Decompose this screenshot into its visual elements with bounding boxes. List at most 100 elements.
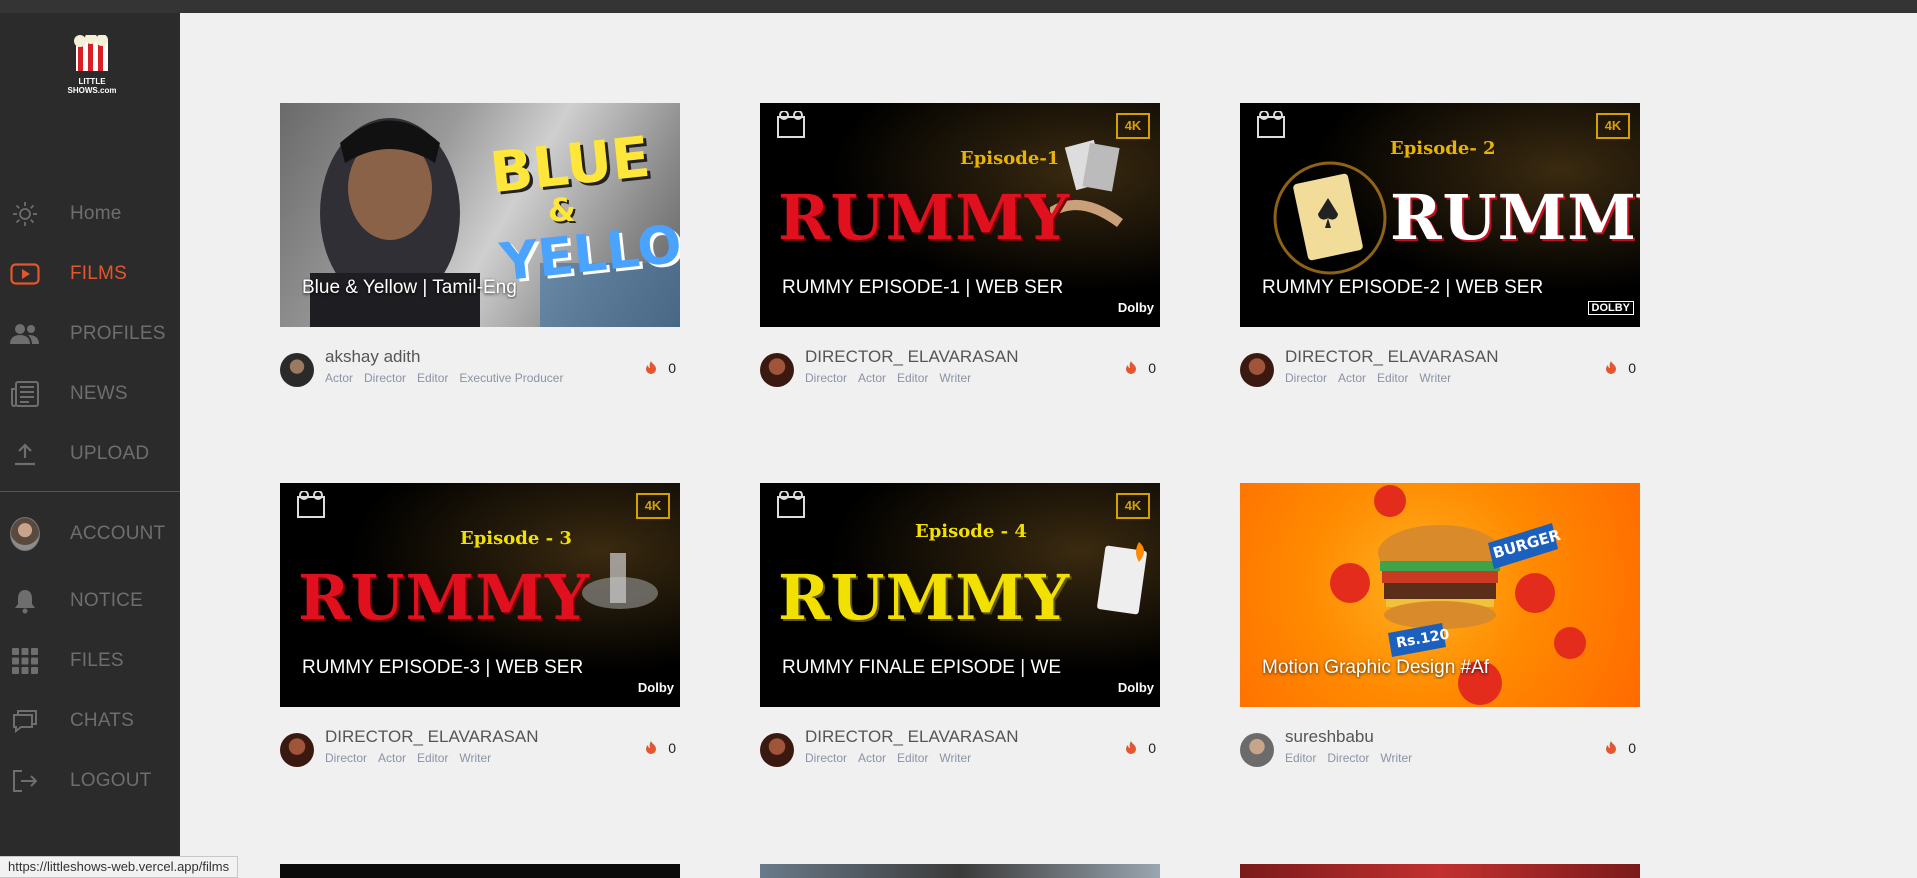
- fire-icon: [646, 741, 657, 754]
- author-name[interactable]: DIRECTOR_ ELAVARASAN: [1285, 347, 1499, 367]
- like-counter[interactable]: 0: [644, 740, 676, 756]
- sidebar-item-chats[interactable]: CHATS: [0, 696, 180, 746]
- author-avatar[interactable]: [1240, 353, 1274, 387]
- author-name[interactable]: DIRECTOR_ ELAVARASAN: [325, 727, 539, 747]
- film-card[interactable]: Episode - 3 4K RUMMY Dolby RUMMY EPISODE…: [280, 483, 680, 785]
- film-meta: sureshbabu Editor Director Writer 0: [1240, 725, 1640, 785]
- film-card-partial[interactable]: [760, 864, 1160, 878]
- like-counter[interactable]: 0: [1124, 740, 1156, 756]
- role-label: Writer: [459, 751, 492, 765]
- dolby-logo: DOLBY: [1587, 301, 1634, 315]
- episode-label: Episode - 4: [915, 521, 1027, 542]
- sidebar-item-upload[interactable]: UPLOAD: [0, 429, 180, 479]
- film-meta: DIRECTOR_ ELAVARASAN Director Actor Edit…: [280, 725, 680, 785]
- author-roles: Director Actor Editor Writer: [1285, 371, 1451, 385]
- sidebar-item-account[interactable]: ACCOUNT: [0, 509, 180, 559]
- role-label: Actor: [378, 751, 407, 765]
- like-counter[interactable]: 0: [1604, 360, 1636, 376]
- role-label: Actor: [1338, 371, 1367, 385]
- littleshows-logo[interactable]: LITTLE SHOWS.com: [64, 35, 120, 99]
- author-name[interactable]: DIRECTOR_ ELAVARASAN: [805, 347, 1019, 367]
- users-icon: [10, 319, 40, 349]
- browser-top-bar: [0, 0, 1917, 13]
- sidebar-item-films[interactable]: FILMS: [0, 249, 180, 299]
- role-label: Actor: [858, 751, 887, 765]
- sidebar-item-logout[interactable]: LOGOUT: [0, 756, 180, 806]
- role-label: Writer: [1380, 751, 1413, 765]
- sidebar-item-profiles[interactable]: PROFILES: [0, 309, 180, 359]
- sidebar-item-label: UPLOAD: [70, 443, 150, 464]
- role-label: Director: [805, 751, 848, 765]
- film-card[interactable]: Episode- 2 4K RUMMY DOLBY RUMMY EPISODE-…: [1240, 103, 1640, 405]
- author-avatar[interactable]: [280, 733, 314, 767]
- like-counter[interactable]: 0: [1124, 360, 1156, 376]
- film-card[interactable]: BLUE & YELLOW Blue & Yellow | Tamil-Eng …: [280, 103, 680, 405]
- author-avatar[interactable]: [280, 353, 314, 387]
- ace-card-art: [1273, 161, 1387, 275]
- fire-icon: [646, 361, 657, 374]
- film-thumbnail[interactable]: Episode- 2 4K RUMMY DOLBY RUMMY EPISODE-…: [1240, 103, 1640, 327]
- play-icon: [10, 259, 40, 289]
- sidebar-item-label: PROFILES: [70, 323, 166, 344]
- film-title: Blue & Yellow | Tamil-Eng: [302, 277, 517, 298]
- author-name[interactable]: DIRECTOR_ ELAVARASAN: [805, 727, 1019, 747]
- avatar: [10, 517, 40, 551]
- 4k-badge: 4K: [1116, 493, 1150, 519]
- film-card-partial[interactable]: [1240, 864, 1640, 878]
- role-label: Executive Producer: [459, 371, 564, 385]
- film-thumbnail[interactable]: Episode-1 4K RUMMY Dolby RUMMY EPISODE-1…: [760, 103, 1160, 327]
- author-avatar[interactable]: [760, 733, 794, 767]
- author-avatar[interactable]: [1240, 733, 1274, 767]
- film-thumbnail[interactable]: Episode - 4 4K RUMMY Dolby RUMMY FINALE …: [760, 483, 1160, 707]
- sun-icon: [10, 199, 40, 229]
- role-label: Actor: [858, 371, 887, 385]
- film-card-partial[interactable]: [280, 864, 680, 878]
- sidebar-item-label: FILES: [70, 650, 124, 671]
- sidebar-item-label: ACCOUNT: [70, 523, 166, 544]
- like-counter[interactable]: 0: [644, 360, 676, 376]
- film-title: Motion Graphic Design #Af: [1262, 657, 1490, 678]
- art-text: RUMMY: [298, 561, 591, 634]
- film-thumbnail[interactable]: BLUE & YELLOW Blue & Yellow | Tamil-Eng: [280, 103, 680, 327]
- film-card[interactable]: Episode - 4 4K RUMMY Dolby RUMMY FINALE …: [760, 483, 1160, 785]
- art-text: RUMMY: [778, 181, 1071, 254]
- film-card[interactable]: BURGER Rs.120 Motion Graphic Design #Af …: [1240, 483, 1640, 785]
- role-label: Director: [1327, 751, 1370, 765]
- role-label: Writer: [939, 751, 972, 765]
- film-card[interactable]: Episode-1 4K RUMMY Dolby RUMMY EPISODE-1…: [760, 103, 1160, 405]
- newspaper-icon: [10, 379, 40, 409]
- studio-logo: [1257, 111, 1285, 138]
- author-name[interactable]: akshay adith: [325, 347, 420, 367]
- like-count: 0: [1148, 740, 1156, 756]
- author-roles: Director Actor Editor Writer: [325, 751, 491, 765]
- 4k-badge: 4K: [1596, 113, 1630, 139]
- sidebar-item-label: LOGOUT: [70, 770, 152, 791]
- fire-icon: [1126, 741, 1137, 754]
- studio-logo: [777, 111, 805, 138]
- svg-text:LITTLE: LITTLE: [78, 77, 106, 86]
- sidebar-item-home[interactable]: Home: [0, 189, 180, 239]
- smoke-art: [582, 553, 658, 609]
- film-thumbnail[interactable]: BURGER Rs.120 Motion Graphic Design #Af: [1240, 483, 1640, 707]
- card-art: [1097, 542, 1147, 615]
- role-label: Editor: [897, 751, 929, 765]
- film-meta: DIRECTOR_ ELAVARASAN Director Actor Edit…: [1240, 345, 1640, 405]
- 4k-badge: 4K: [636, 493, 670, 519]
- author-roles: Director Actor Editor Writer: [805, 371, 971, 385]
- sidebar-divider: [0, 491, 180, 492]
- fire-icon: [1126, 361, 1137, 374]
- dolby-logo: Dolby: [637, 680, 674, 695]
- author-name[interactable]: sureshbabu: [1285, 727, 1374, 747]
- sidebar-item-files[interactable]: FILES: [0, 636, 180, 686]
- sidebar-item-news[interactable]: NEWS: [0, 369, 180, 419]
- film-thumbnail[interactable]: Episode - 3 4K RUMMY Dolby RUMMY EPISODE…: [280, 483, 680, 707]
- svg-text:SHOWS.com: SHOWS.com: [68, 86, 117, 95]
- author-roles: Actor Director Editor Executive Producer: [325, 371, 563, 385]
- film-meta: akshay adith Actor Director Editor Execu…: [280, 345, 680, 405]
- like-counter[interactable]: 0: [1604, 740, 1636, 756]
- sidebar-item-notice[interactable]: NOTICE: [0, 576, 180, 626]
- role-label: Director: [325, 751, 368, 765]
- film-meta: DIRECTOR_ ELAVARASAN Director Actor Edit…: [760, 345, 1160, 405]
- author-avatar[interactable]: [760, 353, 794, 387]
- grid-icon: [10, 646, 40, 676]
